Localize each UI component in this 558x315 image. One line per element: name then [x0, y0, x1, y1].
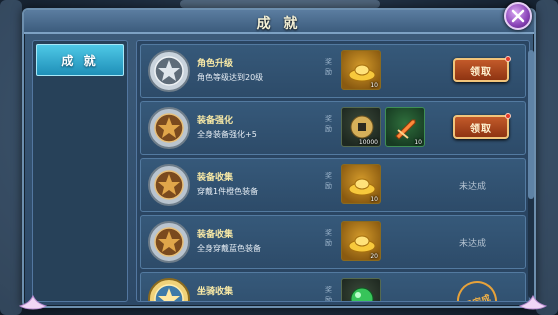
gold-medal-icon: [147, 277, 191, 301]
claim-button-label: 领取: [470, 123, 492, 135]
lotus-ornament-icon: [18, 294, 48, 310]
reward-slot[interactable]: 20: [341, 221, 381, 261]
reward-count: 10: [414, 139, 422, 146]
reward-count: 20: [370, 253, 378, 260]
achievement-name: 角色升级: [197, 59, 234, 69]
status-not-achieved: 未达成: [459, 182, 487, 192]
reward-label: 奖励: [325, 58, 332, 76]
achievement-name: 装备收集: [197, 173, 234, 183]
status-not-achieved: 未达成: [459, 239, 487, 249]
scrollbar-thumb[interactable]: [528, 50, 534, 199]
window-title: 成 就: [256, 16, 302, 32]
notification-dot: [505, 113, 511, 119]
achievement-name: 坐骑收集: [197, 287, 234, 297]
bronze-medal-icon: [147, 106, 191, 150]
claim-button[interactable]: 领取: [453, 56, 511, 82]
close-icon: [511, 9, 525, 23]
achievement-name: 装备强化: [197, 116, 234, 126]
achievement-row: 角色升级 角色等级达到20级 奖励 10 领取: [140, 44, 526, 98]
bronze-medal-icon: [147, 220, 191, 264]
reward-count: 10: [370, 82, 378, 89]
claim-button-label: 领取: [470, 66, 492, 78]
achievement-row: 坐骑收集 奖励 已完成: [140, 272, 526, 302]
tab-achievement[interactable]: 成 就: [36, 44, 124, 76]
reward-slot[interactable]: 10: [385, 107, 425, 147]
reward-slot[interactable]: 10: [341, 50, 381, 90]
achievement-row: 装备强化 全身装备强化+5 奖励 10000 10 领取: [140, 101, 526, 155]
achievement-row: 装备收集 全身穿戴蓝色装备 奖励 20 未达成: [140, 215, 526, 269]
reward-slot[interactable]: [341, 278, 381, 301]
achievement-description: 全身穿戴蓝色装备: [197, 244, 261, 253]
tab-column: 成 就: [32, 40, 128, 302]
list-scrollbar[interactable]: [528, 50, 534, 298]
achievement-description: 全身装备强化+5: [197, 130, 257, 139]
achievement-window: 成 就 成 就 角色升级 角色等级达到20级 奖励 10 领取 装备强化 全身装…: [18, 8, 548, 310]
achievement-description: 穿戴1件橙色装备: [197, 187, 259, 196]
game-screen: 成 就 成 就 角色升级 角色等级达到20级 奖励 10 领取 装备强化 全身装…: [0, 0, 558, 315]
claim-button[interactable]: 领取: [453, 113, 511, 139]
notification-dot: [505, 56, 511, 62]
reward-slot[interactable]: 10000: [341, 107, 381, 147]
silver-medal-icon: [147, 49, 191, 93]
reward-label: 奖励: [325, 286, 332, 302]
achievement-name: 装备收集: [197, 230, 234, 240]
lotus-ornament-icon: [518, 294, 548, 310]
reward-label: 奖励: [325, 115, 332, 133]
green-orb-icon: [350, 287, 374, 301]
title-bar: 成 就: [24, 10, 534, 34]
close-button[interactable]: [504, 2, 532, 30]
reward-count: 10: [370, 196, 378, 203]
achievement-description: 角色等级达到20级: [197, 73, 264, 82]
reward-label: 奖励: [325, 172, 332, 190]
achievement-row: 装备收集 穿戴1件橙色装备 奖励 10 未达成: [140, 158, 526, 212]
achievement-list: 角色升级 角色等级达到20级 奖励 10 领取 装备强化 全身装备强化+5 奖励…: [136, 40, 530, 302]
reward-label: 奖励: [325, 229, 332, 247]
completed-stamp: 已完成: [451, 275, 503, 301]
reward-count: 10000: [358, 139, 378, 146]
reward-slot[interactable]: 10: [341, 164, 381, 204]
bronze-medal-icon: [147, 163, 191, 207]
